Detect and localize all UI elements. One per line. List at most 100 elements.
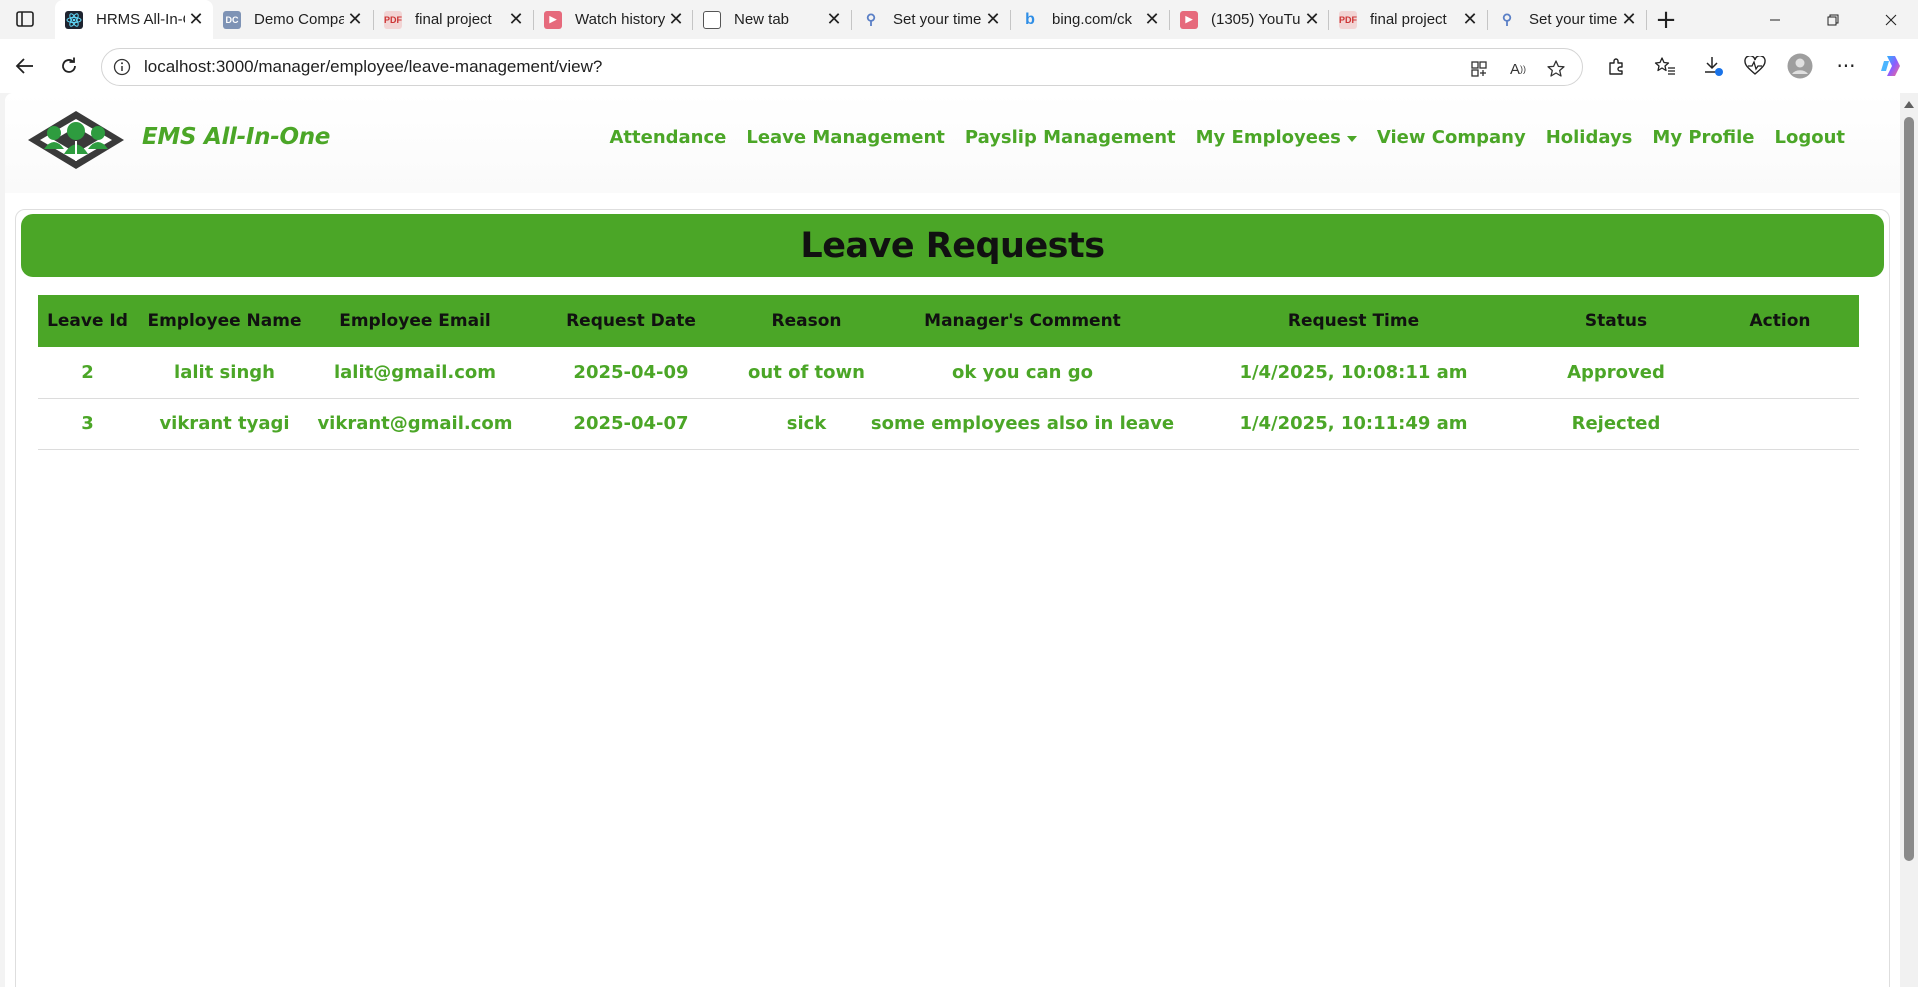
tab-actions-icon[interactable] xyxy=(12,8,38,30)
table-row: 3 vikrant tyagi vikrant@gmail.com 2025-0… xyxy=(38,398,1859,450)
leave-requests-card: Leave Requests Leave Id Employee Name Em… xyxy=(15,209,1890,987)
window-close-icon[interactable] xyxy=(1868,4,1914,36)
cell-employee-email: vikrant@gmail.com xyxy=(312,398,518,450)
close-icon[interactable]: ✕ xyxy=(982,9,1004,31)
close-icon[interactable]: ✕ xyxy=(1141,9,1163,31)
close-icon[interactable]: ✕ xyxy=(1618,9,1640,31)
nav-leave-management[interactable]: Leave Management xyxy=(746,127,945,148)
nav-holidays[interactable]: Holidays xyxy=(1546,127,1633,148)
column-header: Action xyxy=(1749,311,1811,331)
cell-leave-id: 2 xyxy=(38,347,137,399)
close-icon[interactable]: ✕ xyxy=(823,9,845,31)
dc-icon: DC xyxy=(223,10,241,29)
tab-bing[interactable]: b bing.com/ck ✕ xyxy=(1011,0,1169,39)
column-header: Status xyxy=(1584,311,1648,331)
cell-manager-comment: ok you can go xyxy=(869,347,1176,399)
close-icon[interactable]: ✕ xyxy=(665,9,687,31)
cell-request-time: 1/4/2025, 10:08:11 am xyxy=(1176,347,1531,399)
tab-youtube[interactable]: ▶ (1305) YouTube ✕ xyxy=(1170,0,1329,39)
profile-avatar-icon[interactable] xyxy=(1784,50,1816,82)
tab-hrms[interactable]: HRMS All-In-One ✕ xyxy=(55,0,213,39)
browser-toolbar: localhost:3000/manager/employee/leave-ma… xyxy=(0,39,1918,93)
cell-employee-name: vikrant tyagi xyxy=(137,398,312,450)
nav-logout[interactable]: Logout xyxy=(1774,127,1845,148)
page-title: Leave Requests xyxy=(800,225,1105,266)
tab-set-your-time-2[interactable]: ⚲ Set your time ✕ xyxy=(1488,0,1646,39)
read-aloud-icon[interactable]: A)) xyxy=(1507,58,1529,80)
column-header: Manager's Comment xyxy=(924,311,1121,331)
nav-view-company[interactable]: View Company xyxy=(1377,127,1526,148)
search-icon: ⚲ xyxy=(1501,11,1513,27)
minimize-icon[interactable] xyxy=(1752,4,1798,36)
restore-icon[interactable] xyxy=(1810,4,1856,36)
nav-my-employees-dropdown[interactable]: My Employees xyxy=(1196,127,1357,148)
scroll-up-arrow-icon[interactable] xyxy=(1904,101,1914,108)
site-info-icon[interactable] xyxy=(112,57,132,77)
close-icon[interactable]: ✕ xyxy=(185,9,207,31)
cell-manager-comment: some employees also in leave xyxy=(869,398,1176,450)
pdf-icon: PDF xyxy=(1339,10,1357,29)
ems-logo-icon[interactable] xyxy=(26,109,126,171)
cell-action xyxy=(1701,398,1859,450)
nav-payslip-management[interactable]: Payslip Management xyxy=(965,127,1176,148)
tab-title: final project xyxy=(1370,11,1447,28)
new-tab-icon[interactable]: + xyxy=(1652,5,1680,35)
nav-attendance[interactable]: Attendance xyxy=(609,127,726,148)
tab-new-tab[interactable]: New tab ✕ xyxy=(693,0,851,39)
cell-employee-name: lalit singh xyxy=(137,347,312,399)
app-available-icon[interactable] xyxy=(1468,58,1490,80)
card-header: Leave Requests xyxy=(21,214,1884,277)
favorites-icon[interactable] xyxy=(1649,50,1681,82)
tab-watch-history[interactable]: ▶ Watch history ✕ xyxy=(534,0,693,39)
close-icon[interactable]: ✕ xyxy=(1459,9,1481,31)
column-header: Reason xyxy=(771,311,842,331)
extensions-icon[interactable] xyxy=(1600,50,1632,82)
tab-title: Set your time xyxy=(1529,11,1618,28)
downloads-icon[interactable] xyxy=(1697,50,1729,82)
close-icon[interactable]: ✕ xyxy=(505,9,527,31)
cell-leave-id: 3 xyxy=(38,398,137,450)
favorite-star-icon[interactable] xyxy=(1545,58,1567,80)
bing-icon: b xyxy=(1025,10,1035,28)
tab-title: final project xyxy=(415,11,492,28)
address-bar[interactable]: localhost:3000/manager/employee/leave-ma… xyxy=(101,48,1583,86)
cell-status: Rejected xyxy=(1531,398,1701,450)
tab-set-your-time[interactable]: ⚲ Set your time ✕ xyxy=(852,0,1010,39)
column-header: Employee Name xyxy=(147,311,302,331)
nav-my-profile[interactable]: My Profile xyxy=(1652,127,1754,148)
caret-down-icon xyxy=(1346,135,1357,142)
column-header: Employee Email xyxy=(339,311,491,331)
brand-name[interactable]: EMS All-In-One xyxy=(142,124,330,150)
back-arrow-icon[interactable] xyxy=(9,50,41,82)
cell-action xyxy=(1701,347,1859,399)
cell-status: Approved xyxy=(1531,347,1701,399)
tab-final-project[interactable]: PDF final project ✕ xyxy=(374,0,533,39)
copilot-icon[interactable] xyxy=(1876,50,1908,82)
nav-links: Attendance Leave Management Payslip Mana… xyxy=(589,127,1845,148)
nav-my-employees-label: My Employees xyxy=(1195,127,1341,148)
app-navbar: EMS All-In-One Attendance Leave Manageme… xyxy=(5,93,1900,193)
tab-demo-company[interactable]: DC Demo Company ✕ xyxy=(213,0,372,39)
refresh-icon[interactable] xyxy=(53,50,85,82)
tab-title: Demo Company xyxy=(254,11,344,28)
cell-request-date: 2025-04-07 xyxy=(518,398,744,450)
tab-separator xyxy=(1646,10,1647,30)
close-icon[interactable]: ✕ xyxy=(1301,9,1323,31)
youtube-icon: ▶ xyxy=(1180,10,1198,29)
close-icon[interactable]: ✕ xyxy=(344,9,366,31)
tab-final-project-2[interactable]: PDF final project ✕ xyxy=(1329,0,1487,39)
cell-reason: out of town xyxy=(744,347,869,399)
column-header: Request Date xyxy=(566,311,696,331)
page-scrollbar[interactable] xyxy=(1900,93,1918,987)
more-options-icon[interactable]: ··· xyxy=(1830,50,1862,82)
browser-essentials-icon[interactable] xyxy=(1739,50,1771,82)
tab-title: New tab xyxy=(734,11,790,28)
cell-reason: sick xyxy=(744,398,869,450)
pdf-icon: PDF xyxy=(384,10,402,29)
scrollbar-thumb[interactable] xyxy=(1904,117,1914,861)
url-text[interactable]: localhost:3000/manager/employee/leave-ma… xyxy=(144,57,602,77)
search-icon: ⚲ xyxy=(865,11,877,27)
browser-tabstrip: HRMS All-In-One ✕ DC Demo Company ✕ PDF … xyxy=(0,0,1918,39)
react-icon xyxy=(65,10,83,29)
newtab-icon xyxy=(703,10,721,29)
